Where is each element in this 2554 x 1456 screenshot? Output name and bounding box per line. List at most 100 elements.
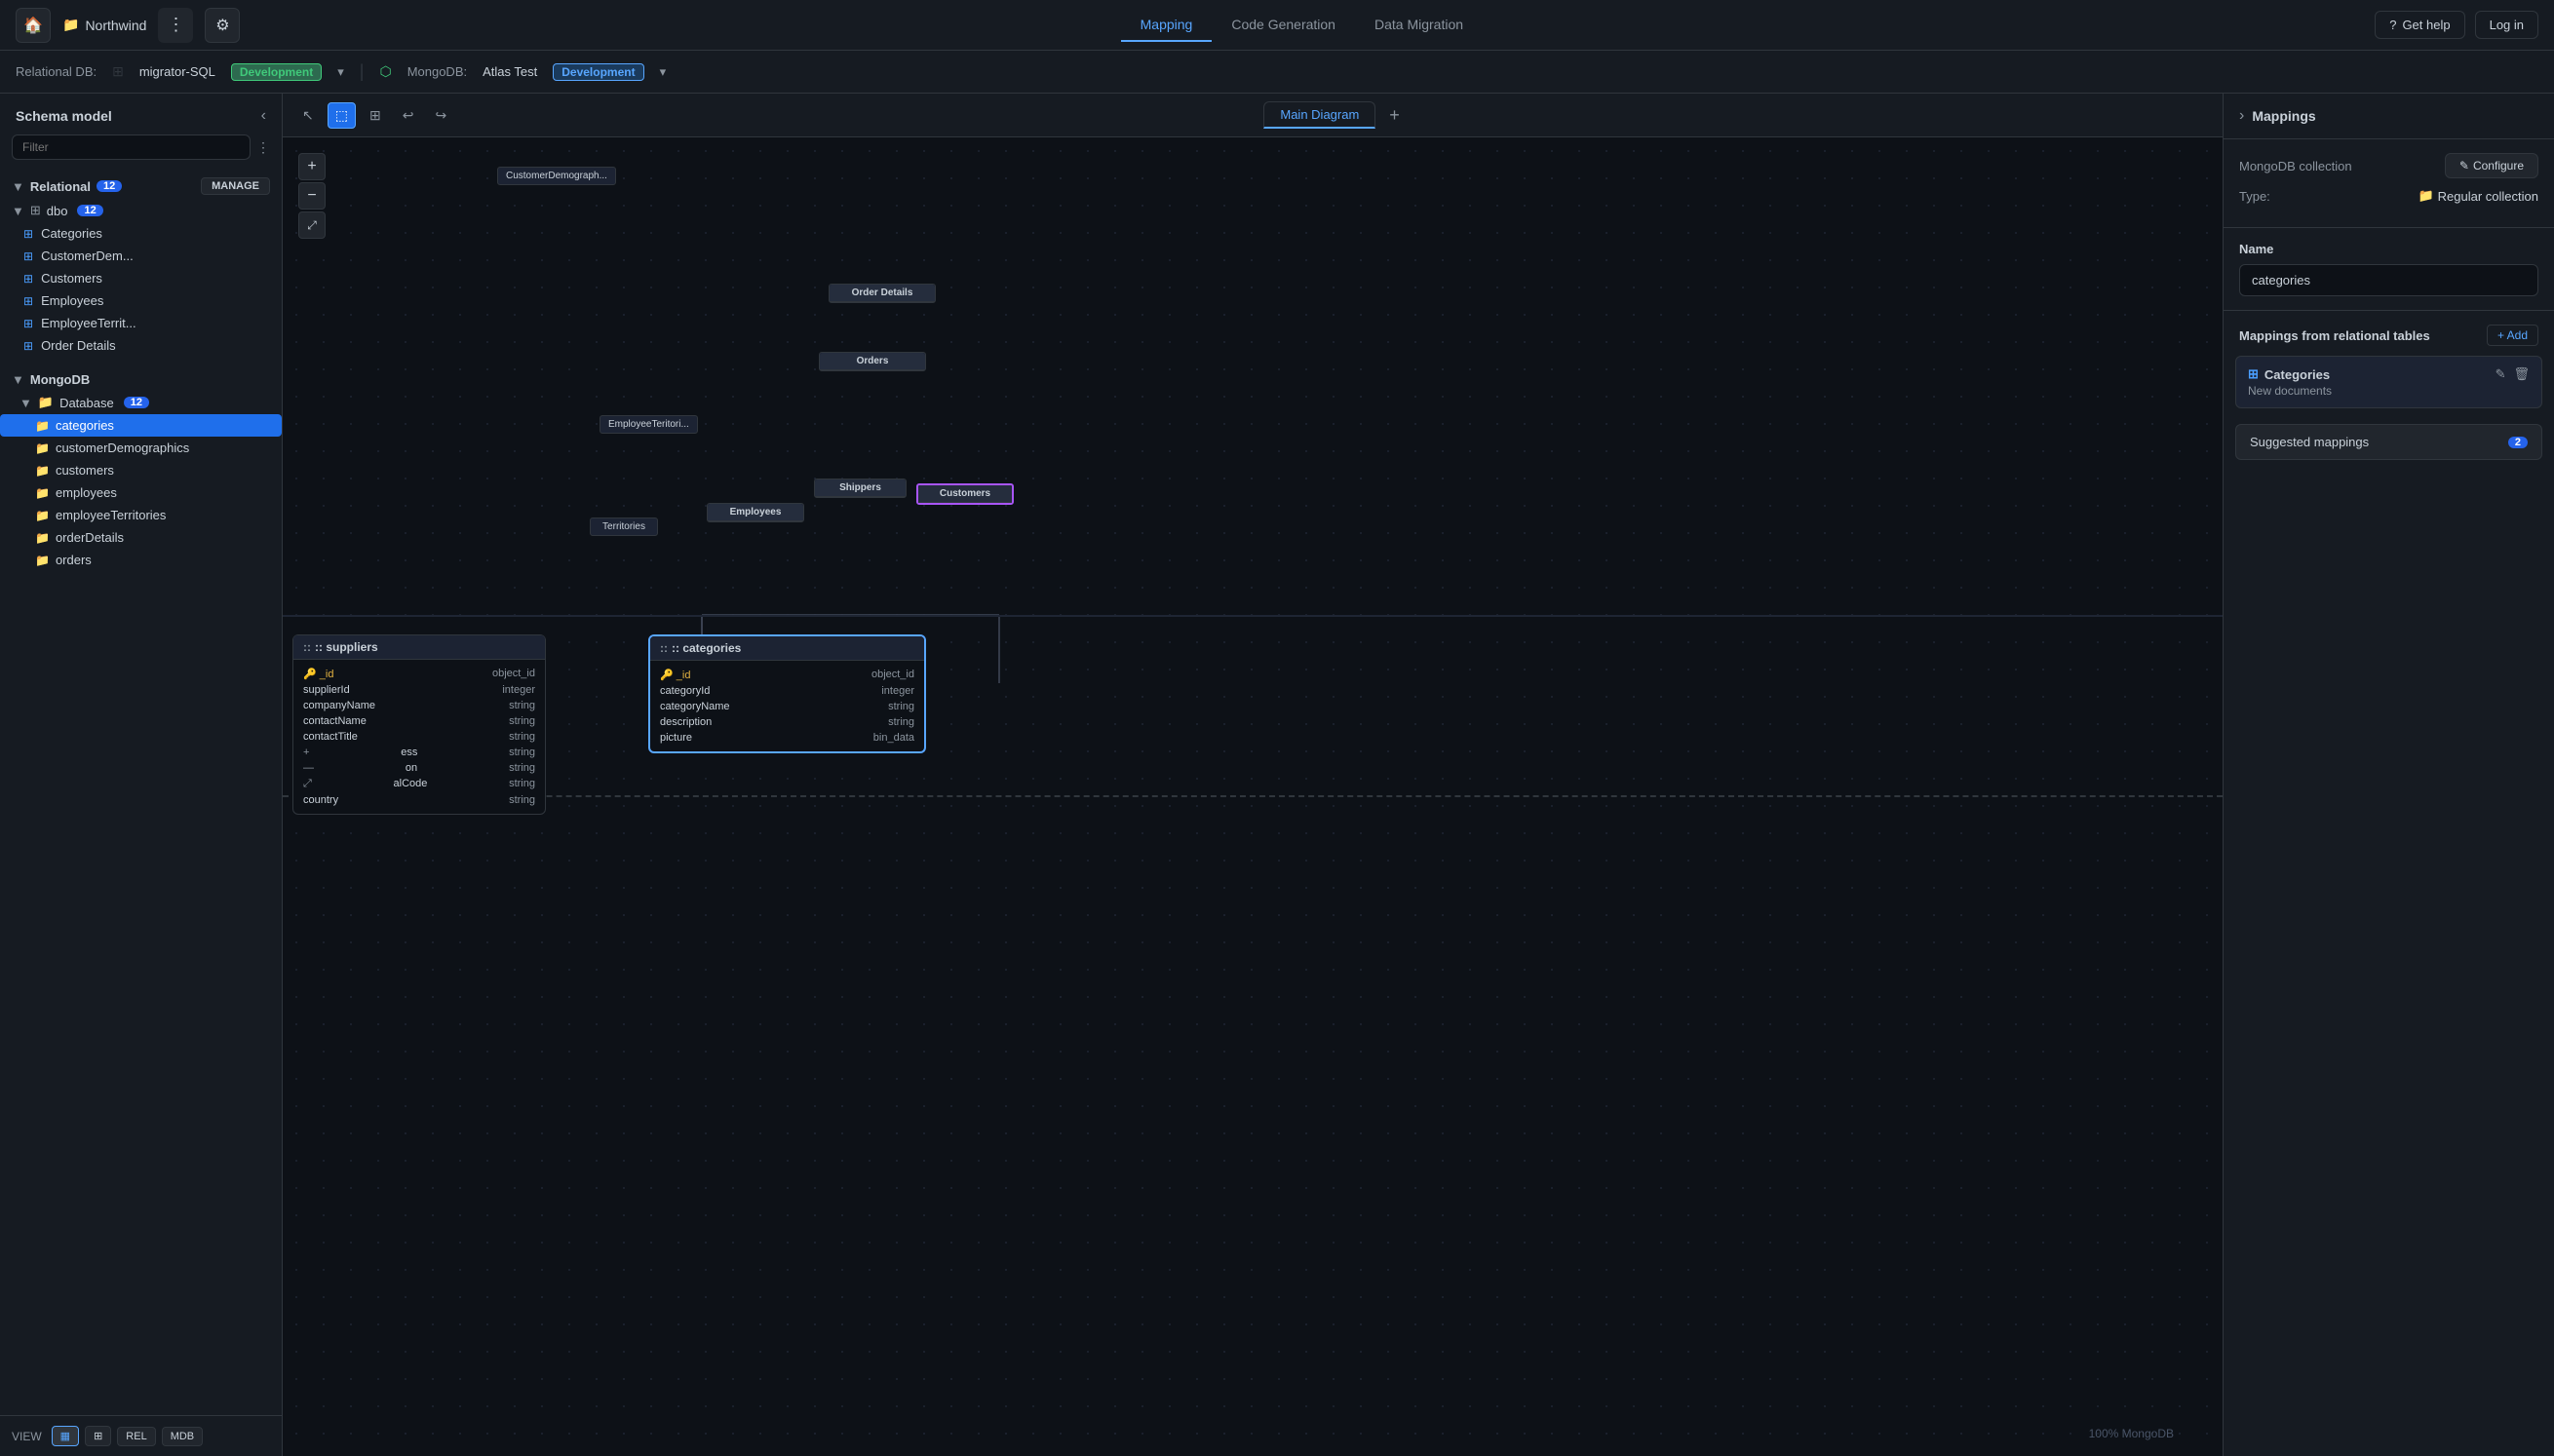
- view-relational-button[interactable]: REL: [117, 1427, 155, 1446]
- configure-button[interactable]: ✎ Configure: [2445, 153, 2538, 178]
- suppliers-expand-btn[interactable]: +: [303, 747, 309, 758]
- canvas-toolbar: ↖ ⬚ ⊞ ↩ ↪ Main Diagram +: [283, 94, 2223, 137]
- dbo-label: dbo: [47, 204, 68, 218]
- tab-mapping[interactable]: Mapping: [1121, 9, 1213, 42]
- grid-icon-orderdetails: ⊞: [23, 339, 33, 353]
- categories-node-body: 🔑 _id object_id categoryId integer categ…: [650, 661, 924, 751]
- relational-section-header: ▼ Relational 12 MANAGE: [0, 170, 282, 199]
- tab-code-generation[interactable]: Code Generation: [1212, 9, 1355, 42]
- sidebar-item-categories[interactable]: ⊞ Categories: [0, 222, 282, 245]
- collection-item-orders[interactable]: 📁 orders: [0, 549, 282, 571]
- mapping-card-actions: ✎ 🗑: [2496, 366, 2530, 382]
- dbo-expand-icon: ▼: [12, 204, 24, 218]
- dropdown-relational[interactable]: ▾: [337, 64, 344, 80]
- node-customerdemographics[interactable]: CustomerDemograph...: [497, 167, 616, 185]
- main-diagram-tab[interactable]: Main Diagram: [1263, 101, 1375, 129]
- undo-button[interactable]: ↩: [395, 102, 422, 129]
- sidebar-item-customerdem[interactable]: ⊞ CustomerDem...: [0, 245, 282, 267]
- collection-categories-label: categories: [56, 418, 114, 433]
- collection-customers-label: customers: [56, 463, 114, 478]
- separator: |: [360, 61, 365, 82]
- filter-input[interactable]: [12, 134, 251, 160]
- second-bar: Relational DB: ⊞ migrator-SQL Developmen…: [0, 51, 2554, 94]
- mongo-indicator: ⬡: [379, 63, 391, 80]
- dropdown-mongo[interactable]: ▾: [660, 64, 667, 80]
- add-diagram-tab-button[interactable]: +: [1381, 105, 1408, 126]
- add-mapping-button[interactable]: + Add: [2487, 325, 2538, 346]
- folder-icon-customers: 📁: [35, 464, 50, 478]
- customerdemographics-title: CustomerDemograph...: [506, 171, 607, 181]
- node-orderdetails[interactable]: Order Details: [829, 284, 936, 303]
- zoom-out-button[interactable]: −: [298, 182, 326, 210]
- relational-db-label: Relational DB:: [16, 64, 97, 79]
- collection-name-input[interactable]: [2239, 264, 2538, 296]
- suppliers-fit-btn[interactable]: ⤢: [303, 778, 312, 790]
- collection-item-employees[interactable]: 📁 employees: [0, 481, 282, 504]
- field-id-name: 🔑 _id: [303, 668, 333, 680]
- sidebar-item-employeeterrit[interactable]: ⊞ EmployeeTerrit...: [0, 312, 282, 334]
- categories-label: Categories: [41, 226, 102, 241]
- db-icon-relational: ⊞: [112, 63, 124, 80]
- db-icon: ⊞: [30, 203, 41, 218]
- employees-node-title: Employees: [708, 504, 803, 521]
- help-button[interactable]: ? Get help: [2375, 11, 2464, 39]
- collection-item-orderdetails[interactable]: 📁 orderDetails: [0, 526, 282, 549]
- main-layout: Schema model ‹ ⋮ ▼ Relational 12 MANAGE …: [0, 94, 2554, 1456]
- more-options-button[interactable]: ⋮: [158, 8, 193, 43]
- node-employeeterritories[interactable]: EmployeeTeritori...: [600, 415, 698, 434]
- collection-item-customerdemographics[interactable]: 📁 customerDemographics: [0, 437, 282, 459]
- collection-item-employeeterritories[interactable]: 📁 employeeTerritories: [0, 504, 282, 526]
- home-button[interactable]: 🏠: [16, 8, 51, 43]
- delete-mapping-icon[interactable]: 🗑: [2513, 366, 2530, 382]
- settings-button[interactable]: ⚙: [205, 8, 240, 43]
- filter-options-icon[interactable]: ⋮: [256, 139, 270, 156]
- view-compact-button[interactable]: ▦: [52, 1426, 79, 1446]
- relational-expand-icon[interactable]: ▼: [12, 179, 24, 194]
- sidebar-collapse-button[interactable]: ‹: [261, 107, 266, 125]
- configure-label: Configure: [2473, 159, 2524, 172]
- collection-orders-label: orders: [56, 553, 92, 567]
- database-item[interactable]: ▼ 📁 Database 12: [0, 391, 282, 414]
- marquee-tool-button[interactable]: ⬚: [328, 102, 356, 129]
- connect-tool-button[interactable]: ⊞: [362, 102, 389, 129]
- mapping-card-header: ⊞ Categories ✎ 🗑: [2248, 366, 2530, 382]
- categories-node[interactable]: :: :: categories 🔑 _id object_id categor…: [648, 634, 926, 753]
- suppliers-node[interactable]: :: :: suppliers 🔑 _id object_id supplier…: [292, 634, 546, 815]
- dbo-group[interactable]: ▼ ⊞ dbo 12: [0, 199, 282, 222]
- sidebar-item-customers[interactable]: ⊞ Customers: [0, 267, 282, 289]
- panel-expand-icon[interactable]: ›: [2239, 107, 2244, 125]
- suppliers-collapse-btn[interactable]: —: [303, 762, 314, 774]
- suggested-mappings-button[interactable]: Suggested mappings 2: [2235, 424, 2542, 460]
- zoom-in-button[interactable]: +: [298, 153, 326, 180]
- orders-node-title: Orders: [820, 353, 925, 370]
- project-name-label: Northwind: [85, 18, 146, 33]
- login-button[interactable]: Log in: [2475, 11, 2538, 39]
- node-shippers[interactable]: Shippers: [814, 479, 907, 498]
- collection-item-categories[interactable]: 📁 categories: [0, 414, 282, 437]
- sidebar-item-employees[interactable]: ⊞ Employees: [0, 289, 282, 312]
- folder-icon-orders: 📁: [35, 554, 50, 567]
- folder-icon-employeeterrit: 📁: [35, 509, 50, 522]
- database-folder-icon: 📁: [38, 395, 54, 410]
- mongo-expand-icon[interactable]: ▼: [12, 372, 24, 387]
- diagram-canvas[interactable]: CustomerDemograph... Order Details Order…: [283, 137, 2223, 1456]
- fit-view-button[interactable]: ⤢: [298, 211, 326, 239]
- select-tool-button[interactable]: ↖: [294, 102, 322, 129]
- sidebar-item-orderdetails[interactable]: ⊞ Order Details: [0, 334, 282, 357]
- view-mongodb-button[interactable]: MDB: [162, 1427, 203, 1446]
- view-list-button[interactable]: ⊞: [85, 1426, 111, 1446]
- suggested-label: Suggested mappings: [2250, 435, 2369, 449]
- tab-data-migration[interactable]: Data Migration: [1355, 9, 1483, 42]
- edit-mapping-icon[interactable]: ✎: [2496, 366, 2506, 382]
- redo-button[interactable]: ↪: [427, 102, 454, 129]
- collection-item-customers[interactable]: 📁 customers: [0, 459, 282, 481]
- folder-icon-orderdetails: 📁: [35, 531, 50, 545]
- nav-actions: ? Get help Log in: [2375, 11, 2538, 39]
- field-row: 🔑 _id object_id: [660, 667, 914, 683]
- node-customers[interactable]: Customers: [916, 483, 1014, 505]
- node-orders[interactable]: Orders: [819, 352, 926, 371]
- node-employees[interactable]: Employees: [707, 503, 804, 522]
- manage-button[interactable]: MANAGE: [201, 177, 270, 195]
- sidebar: Schema model ‹ ⋮ ▼ Relational 12 MANAGE …: [0, 94, 283, 1456]
- node-territories[interactable]: Territories: [590, 517, 658, 536]
